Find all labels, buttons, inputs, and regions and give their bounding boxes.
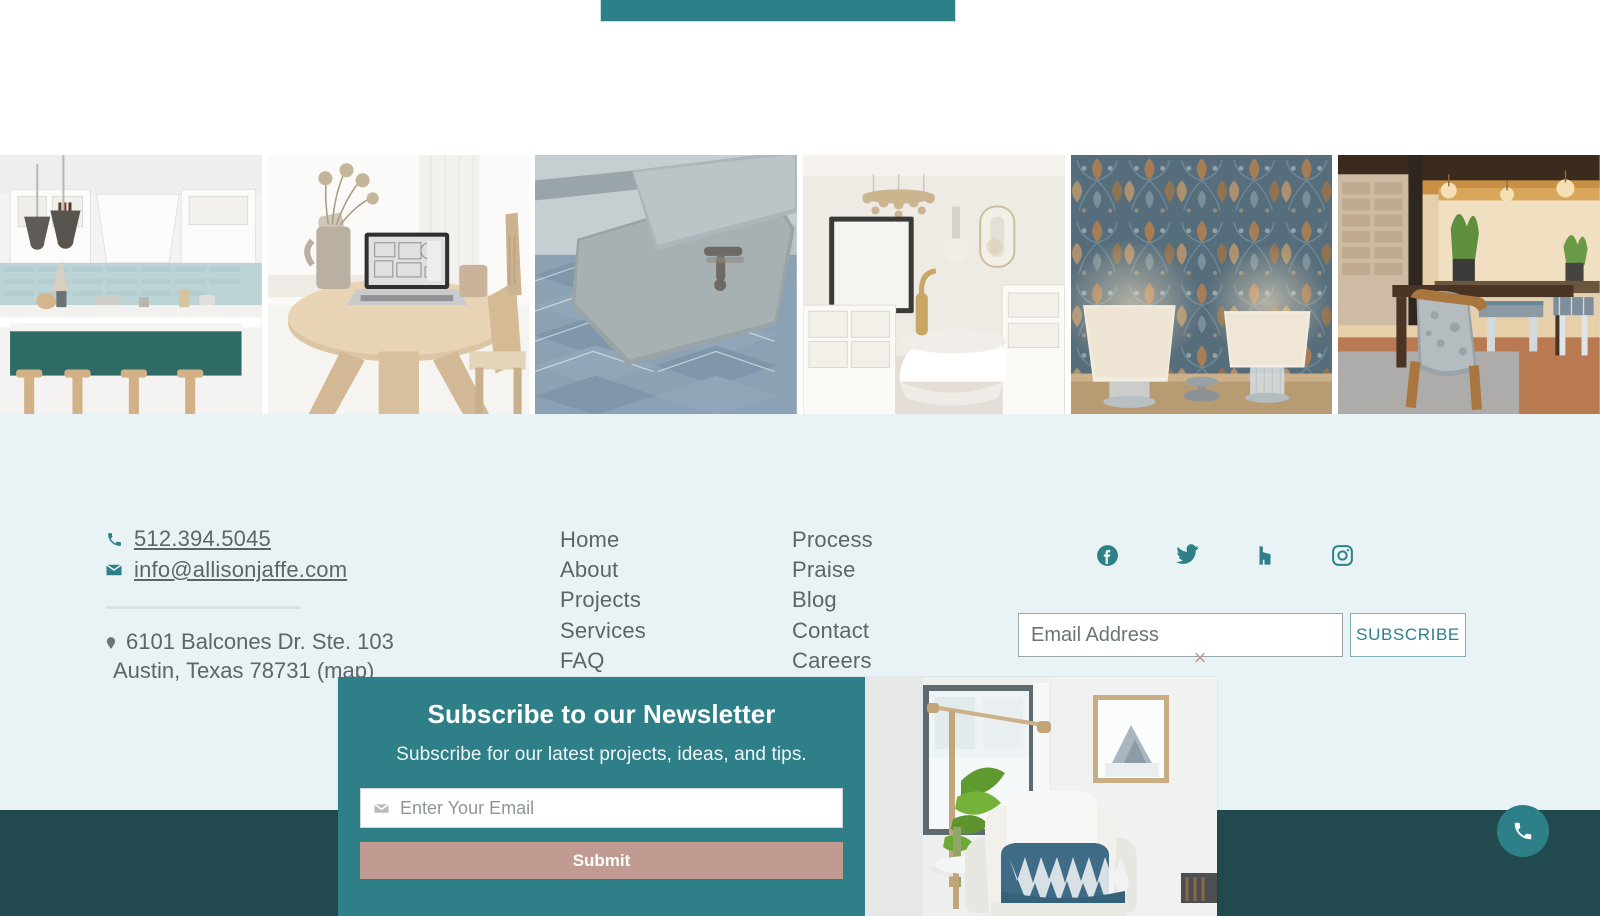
- footer-link-blog[interactable]: Blog: [792, 587, 873, 613]
- top-teal-bar: [600, 0, 956, 22]
- twitter-icon[interactable]: [1174, 542, 1200, 568]
- facebook-icon[interactable]: [1095, 543, 1120, 568]
- footer-nav-column-1: Home About Projects Services FAQ: [560, 527, 646, 678]
- gallery-image-warm-dining-bar-area[interactable]: [1338, 155, 1600, 414]
- footer-link-contact[interactable]: Contact: [792, 618, 873, 644]
- living-room-armchair-art: [865, 677, 1217, 916]
- gallery-image-tile-and-fabric-samples[interactable]: [535, 155, 798, 414]
- newsletter-modal-content: Subscribe to our Newsletter Subscribe fo…: [338, 677, 865, 916]
- phone-icon: [1512, 820, 1534, 842]
- image-gallery-strip: [0, 155, 1600, 414]
- envelope-icon: [373, 800, 390, 817]
- dining-table-laptop-art: [267, 155, 530, 414]
- gallery-image-floral-wallpaper-lamps[interactable]: [1070, 155, 1333, 414]
- floral-wallpaper-lamps-art: [1070, 155, 1333, 414]
- gallery-image-bathroom-freestanding-tub[interactable]: [803, 155, 1065, 414]
- newsletter-modal: Subscribe to our Newsletter Subscribe fo…: [338, 677, 1217, 916]
- footer-nav-column-2: Process Praise Blog Contact Careers: [792, 527, 873, 678]
- subscribe-email-input[interactable]: [1018, 613, 1343, 657]
- footer-phone-link[interactable]: 512.394.5045: [104, 526, 504, 553]
- footer-email-link[interactable]: info@allisonjaffe.com: [104, 557, 504, 584]
- subscribe-button[interactable]: SUBSCRIBE: [1350, 613, 1466, 657]
- footer-contact-column: 512.394.5045 info@allisonjaffe.com 6101 …: [104, 526, 504, 685]
- footer-link-faq[interactable]: FAQ: [560, 648, 646, 674]
- footer-social-links: [1095, 542, 1355, 568]
- footer-link-process[interactable]: Process: [792, 527, 873, 553]
- white-kitchen-pendant-lights-art: [0, 155, 262, 414]
- footer-address-line-1-row: 6101 Balcones Dr. Ste. 103: [104, 629, 504, 659]
- newsletter-modal-subtitle: Subscribe for our latest projects, ideas…: [396, 744, 807, 765]
- footer-subscribe-form: SUBSCRIBE: [1018, 613, 1466, 657]
- map-pin-icon: [104, 632, 118, 659]
- houzz-icon[interactable]: [1254, 543, 1276, 568]
- newsletter-close-button[interactable]: ×: [1190, 647, 1210, 669]
- footer-address-line-1: 6101 Balcones Dr. Ste. 103: [126, 628, 394, 654]
- phone-icon: [104, 531, 124, 548]
- footer-link-careers[interactable]: Careers: [792, 648, 873, 674]
- footer-link-about[interactable]: About: [560, 557, 646, 583]
- floating-call-button[interactable]: [1497, 805, 1549, 857]
- footer-link-praise[interactable]: Praise: [792, 557, 873, 583]
- newsletter-modal-title: Subscribe to our Newsletter: [427, 699, 776, 729]
- footer-link-home[interactable]: Home: [560, 527, 646, 553]
- footer-link-projects[interactable]: Projects: [560, 587, 646, 613]
- newsletter-email-input[interactable]: [400, 797, 830, 819]
- envelope-icon: [104, 561, 124, 579]
- warm-dining-bar-area-art: [1338, 155, 1600, 414]
- newsletter-email-field[interactable]: [360, 788, 843, 828]
- footer-link-services[interactable]: Services: [560, 618, 646, 644]
- newsletter-submit-button[interactable]: Submit: [360, 842, 843, 879]
- footer-divider: [106, 605, 300, 609]
- instagram-icon[interactable]: [1330, 543, 1355, 568]
- tile-and-fabric-samples-art: [535, 155, 798, 414]
- gallery-image-white-kitchen-pendant-lights[interactable]: [0, 155, 262, 414]
- footer-phone-text: 512.394.5045: [134, 526, 271, 551]
- gallery-image-dining-table-laptop[interactable]: [267, 155, 530, 414]
- footer-email-text: info@allisonjaffe.com: [134, 556, 348, 582]
- bathroom-freestanding-tub-art: [803, 155, 1065, 414]
- newsletter-modal-image: [865, 677, 1217, 916]
- page-root: 512.394.5045 info@allisonjaffe.com 6101 …: [0, 0, 1600, 916]
